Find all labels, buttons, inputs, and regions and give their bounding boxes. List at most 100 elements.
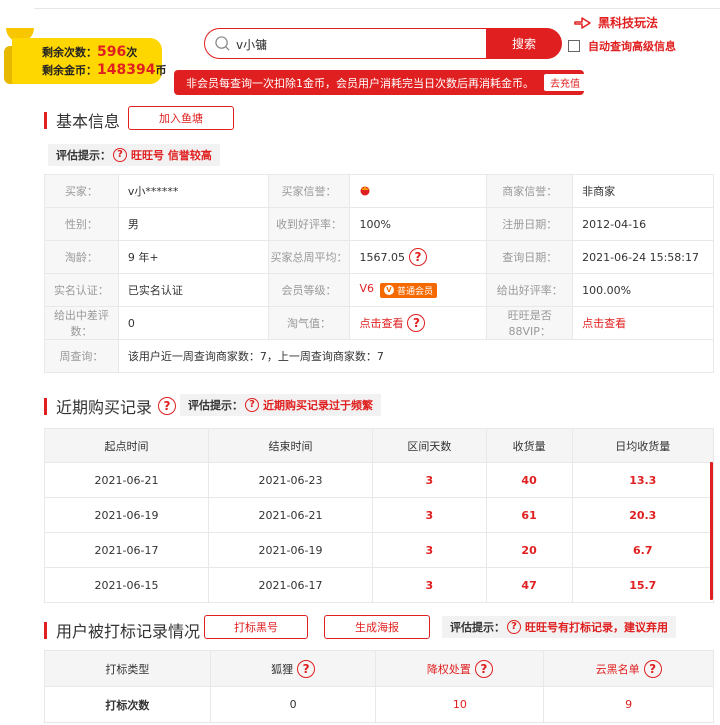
table-cell: 3 [372,567,487,603]
hint-value: 旺旺号 信誉较高 [131,149,212,162]
table-cell: 3 [372,462,487,498]
column-header: 收货量 [485,428,573,463]
add-to-pond-button[interactable]: 加入鱼塘 [128,106,234,130]
search-button[interactable]: 搜索 [486,28,562,59]
mark-black-button[interactable]: 打标黑号 [204,615,308,639]
purchase-hint: 评估提示： ? 近期购买记录过于频繁 [180,394,381,416]
column-header: 结束时间 [208,428,373,463]
remaining-coins-value: 148394 [97,62,156,78]
purchase-title: 近期购买记录 ? [44,394,177,418]
info-value-text: 1567.05 [359,251,405,264]
question-icon[interactable]: ? [643,659,662,678]
search-value: v小镛 [236,38,268,52]
tech-tips-link[interactable]: 黑科技玩法 [574,14,658,31]
question-icon[interactable]: ? [158,397,177,415]
crown-credit-icon [360,185,370,195]
info-value: 100.00% [572,273,714,307]
table-cell: 15.7 [571,567,715,603]
hint-warning: ? 近期购买记录过于频繁 [245,397,373,413]
table-cell: 10 [375,686,545,723]
table-cell: 47 [485,567,573,603]
question-icon[interactable]: ? [408,248,427,266]
info-label: 注册日期： [486,207,574,241]
notice-text: 非会员每查询一次扣除1金币，会员用户消耗完当日次数后再消耗金币。 [186,76,534,90]
purchase-heading: 近期购买记录 [56,398,153,417]
info-value-text: 2021-06-24 15:58:17 [582,250,699,264]
info-value: 已实名认证 [117,273,269,307]
info-value-text: 100% [359,217,391,231]
info-value-text: v小****** [127,185,179,198]
question-icon[interactable]: ? [407,314,426,332]
column-header-content: 降权处置? [427,659,493,678]
question-icon[interactable]: ? [297,659,316,678]
column-header-content: 狐狸? [271,659,316,678]
hint-label: 评估提示： [450,621,505,634]
hint-value: 旺旺号有打标记录，建议弃用 [525,621,668,634]
info-value: 1567.05? [349,240,488,274]
info-label: 查询日期： [486,240,574,274]
table-cell: 2021-06-23 [208,462,373,498]
search-icon [215,36,230,51]
view-naughty-link[interactable]: 点击查看 [359,317,403,330]
auto-query-label: 自动查询高级信息 [588,40,676,53]
info-value: 男 [117,207,269,241]
info-value: 点击查看? [349,306,488,340]
info-value: V6 V 普通会员 [349,273,488,307]
info-label: 商家信誉： [486,174,574,208]
info-row: 淘龄： 9 年+ 买家总周平均： 1567.05? 查询日期： 2021-06-24 15… [44,240,714,274]
info-label: 会员等级： [267,273,351,307]
view-88vip-link[interactable]: 点击查看 [582,317,626,330]
table-cell: 2021-06-19 [208,532,373,568]
question-icon[interactable]: ? [474,659,493,678]
info-value-text: 已实名认证 [127,284,183,297]
info-value-text: 男 [127,218,139,231]
info-row: 给出中差评数： 0 淘气值： 点击查看? 旺旺是否88VIP： 点击查看 [44,306,714,340]
hint-value: 近期购买记录过于频繁 [263,399,373,412]
generate-poster-button[interactable]: 生成海报 [324,615,430,639]
checkbox-icon[interactable] [568,40,580,52]
info-label: 买家： [44,174,119,208]
table-cell: 3 [372,497,487,533]
notice-bar: 非会员每查询一次扣除1金币，会员用户消耗完当日次数后再消耗金币。 去充值 [174,70,586,95]
column-header: 日均收货量 [571,428,715,463]
basic-info-table: 买家： v小****** 买家信誉： 商家信誉： 非商家 性别： 男 收到好评率： 100% 注册… [44,174,715,373]
column-header-content: 打标类型 [105,661,149,677]
info-row: 性别： 男 收到好评率： 100% 注册日期： 2012-04-16 [44,207,714,241]
info-value: 0 [117,306,269,340]
search-input[interactable]: v小镛 [204,28,486,59]
table-cell: 2021-06-17 [44,532,209,568]
tagging-heading: 用户被打标记录情况 [56,622,201,641]
info-value-text: 100.00% [582,283,632,297]
info-label: 买家总周平均： [267,240,351,274]
question-icon: ? [507,620,521,634]
member-badge-label: 普通会员 [397,286,434,297]
question-icon: ? [113,148,127,162]
tech-tips-label: 黑科技玩法 [598,16,659,30]
table-scrollbar[interactable] [710,462,713,600]
tagging-title: 用户被打标记录情况 [44,618,200,642]
info-value-text: 非商家 [582,185,616,198]
balance-banner: 剩余次数：596次 剩余金币：148394币 [0,28,166,84]
info-label: 周查询： [44,339,119,373]
info-value: 2021-06-24 15:58:17 [572,240,714,274]
info-value: 100% [349,207,488,241]
recharge-button[interactable]: 去充值 [544,74,586,91]
table-cell: 20.3 [571,497,715,533]
remaining-times-unit: 次 [126,46,138,59]
table-header-row: 起点时间 结束时间 区间天数 收货量 日均收货量 [44,428,715,463]
column-header-content: 云黑名单? [596,659,662,678]
info-label: 实名认证： [44,273,119,307]
info-value-text: 9 年+ [127,251,159,264]
basic-info-title: 基本信息 [44,108,120,132]
basic-info-heading: 基本信息 [56,112,121,131]
hint-warning: ? 旺旺号 信誉较高 [113,147,212,163]
column-header-label: 狐狸 [271,662,294,676]
top-divider [34,8,720,9]
info-value: v小****** [117,174,269,208]
info-row: 买家： v小****** 买家信誉： 商家信誉： 非商家 [44,174,714,208]
question-icon: ? [245,398,259,412]
info-value: 2012-04-16 [572,207,714,241]
hint-label: 评估提示： [188,399,243,412]
auto-query-checkbox[interactable]: 自动查询高级信息 [568,38,676,54]
info-row: 实名认证： 已实名认证 会员等级： V6 V 普通会员 给出好评率： 100.00% [44,273,714,307]
